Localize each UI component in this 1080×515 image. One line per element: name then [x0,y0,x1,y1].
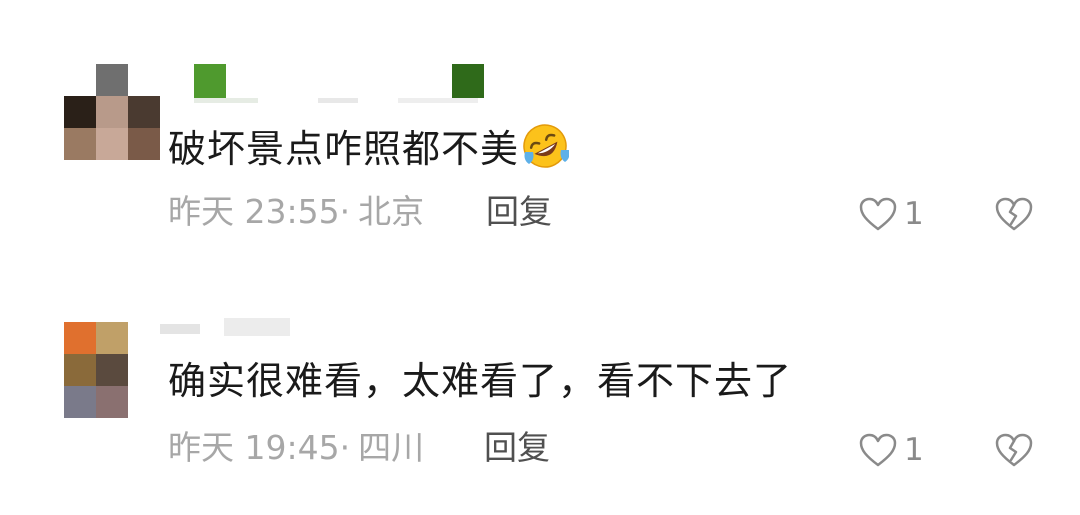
comment-location: 北京 [358,192,425,231]
like-count: 1 [904,196,924,232]
like-button[interactable]: 1 [858,194,924,234]
comment-item: 确实很难看，太难看了，看不下去了 昨天 19:45· 四川 回复 1 [0,250,1080,515]
comment-meta: 昨天 19:45· 四川 [168,428,424,468]
comment-text-content: 破坏景点咋照都不美 [168,127,520,171]
meta-separator: · [339,192,351,231]
reply-button[interactable]: 回复 [486,192,552,232]
comment-text: 破坏景点咋照都不美 [168,122,570,172]
like-count: 1 [904,432,924,468]
comment-text: 确实很难看，太难看了，看不下去了 [168,359,793,403]
rolling-on-floor-laughing-emoji-icon [523,124,570,168]
username-blurred[interactable] [160,318,300,352]
meta-separator: · [339,428,351,467]
broken-heart-outline-icon[interactable] [994,432,1034,468]
comment-location: 四川 [358,428,425,467]
reply-button[interactable]: 回复 [484,428,550,468]
comment-meta: 昨天 23:55· 北京 [168,192,424,232]
comment-time: 昨天 19:45 [168,428,340,467]
heart-outline-icon [859,197,897,231]
avatar[interactable] [64,64,160,160]
username-blurred[interactable] [168,64,488,103]
heart-outline-icon [859,433,897,467]
broken-heart-outline-icon[interactable] [994,196,1034,232]
comment-item: 破坏景点咋照都不美 昨天 23:55· 北京 回复 1 [0,0,1080,250]
comment-time: 昨天 23:55 [168,192,340,231]
avatar[interactable] [64,322,160,418]
like-button[interactable]: 1 [858,430,924,470]
